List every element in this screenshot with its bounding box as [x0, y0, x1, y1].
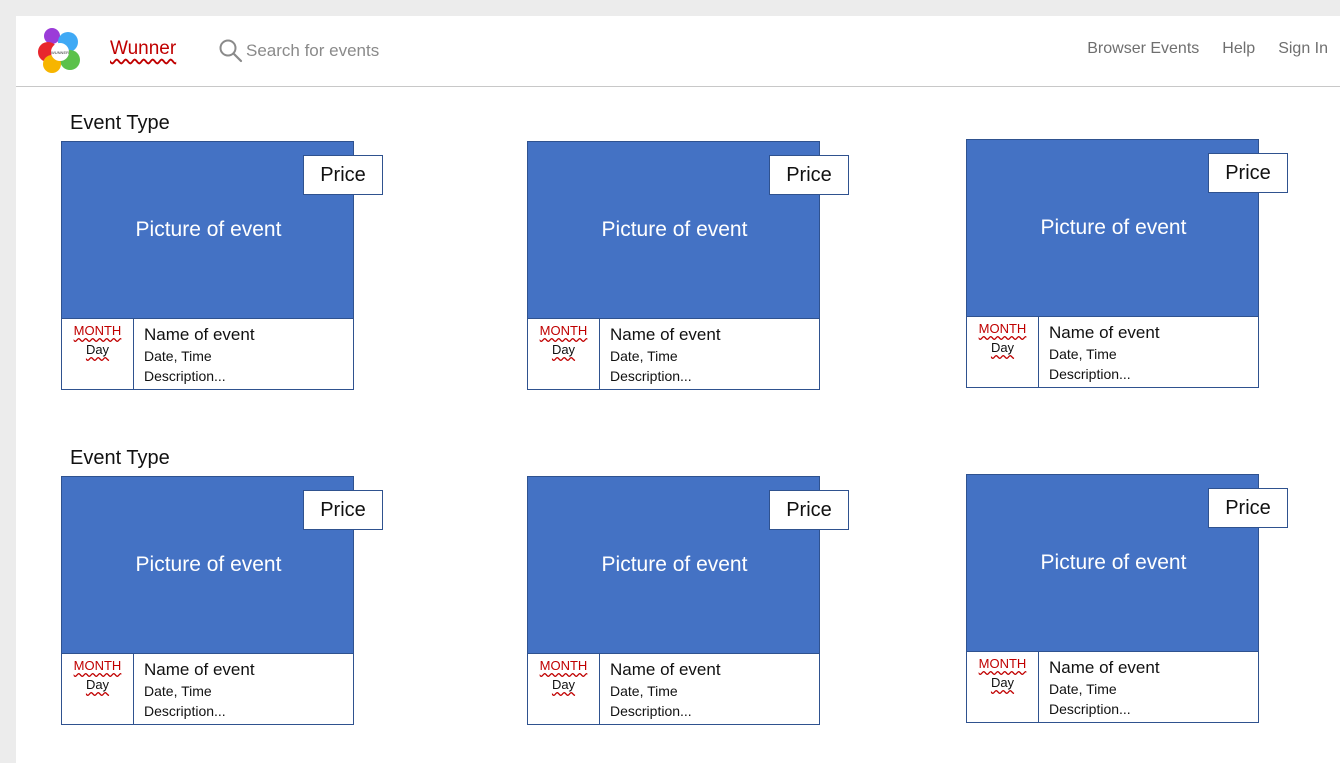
- event-name[interactable]: Name of event: [1049, 658, 1160, 678]
- event-name[interactable]: Name of event: [144, 660, 255, 680]
- event-name[interactable]: Name of event: [1049, 323, 1160, 343]
- event-month: MONTH: [978, 656, 1027, 671]
- event-month: MONTH: [539, 658, 588, 673]
- event-datetime: Date, Time: [1049, 346, 1117, 362]
- price-tag[interactable]: Price: [1208, 153, 1288, 193]
- price-tag[interactable]: Price: [769, 490, 849, 530]
- event-description: Description...: [144, 703, 226, 719]
- event-month: MONTH: [73, 658, 122, 673]
- search-input[interactable]: [246, 36, 466, 66]
- wunner-logo[interactable]: WUNNER: [38, 26, 82, 74]
- event-day: Day: [85, 677, 110, 692]
- event-card[interactable]: Picture of event Price MONTH Day Name of…: [61, 141, 383, 390]
- event-datetime: Date, Time: [1049, 681, 1117, 697]
- event-picture-label: Picture of event: [135, 553, 282, 576]
- page: WUNNER Wunner Browser Events Help Sign I…: [16, 16, 1340, 763]
- date-badge: MONTH Day: [528, 319, 600, 389]
- section-title-event-type: Event Type: [70, 112, 170, 134]
- date-badge: MONTH Day: [967, 652, 1039, 722]
- section-title-event-type: Event Type: [70, 447, 170, 469]
- event-datetime: Date, Time: [144, 348, 212, 364]
- search-icon[interactable]: [218, 38, 244, 64]
- event-day: Day: [551, 342, 576, 357]
- event-info: MONTH Day Name of event Date, Time Descr…: [966, 651, 1259, 723]
- event-picture-label: Picture of event: [601, 218, 748, 241]
- date-badge: MONTH Day: [528, 654, 600, 724]
- event-card[interactable]: Picture of event Price MONTH Day Name of…: [966, 139, 1288, 388]
- top-nav-bar: WUNNER Wunner Browser Events Help Sign I…: [16, 16, 1340, 87]
- event-info: MONTH Day Name of event Date, Time Descr…: [527, 653, 820, 725]
- price-tag[interactable]: Price: [769, 155, 849, 195]
- nav-browser-events[interactable]: Browser Events: [1087, 40, 1199, 58]
- search-box: [218, 36, 478, 66]
- event-picture-label: Picture of event: [1040, 216, 1187, 239]
- nav-help[interactable]: Help: [1222, 40, 1255, 58]
- nav-links: Browser Events Help Sign In: [1087, 40, 1328, 58]
- event-description: Description...: [610, 703, 692, 719]
- event-info: MONTH Day Name of event Date, Time Descr…: [527, 318, 820, 390]
- event-month: MONTH: [539, 323, 588, 338]
- event-datetime: Date, Time: [610, 348, 678, 364]
- event-month: MONTH: [978, 321, 1027, 336]
- event-card[interactable]: Picture of event Price MONTH Day Name of…: [966, 474, 1288, 723]
- event-card[interactable]: Picture of event Price MONTH Day Name of…: [61, 476, 383, 725]
- price-tag[interactable]: Price: [303, 490, 383, 530]
- price-tag[interactable]: Price: [1208, 488, 1288, 528]
- price-tag[interactable]: Price: [303, 155, 383, 195]
- svg-text:WUNNER: WUNNER: [51, 50, 69, 55]
- event-description: Description...: [610, 368, 692, 384]
- event-description: Description...: [144, 368, 226, 384]
- date-badge: MONTH Day: [62, 319, 134, 389]
- event-picture-label: Picture of event: [601, 553, 748, 576]
- date-badge: MONTH Day: [967, 317, 1039, 387]
- event-day: Day: [85, 342, 110, 357]
- event-card[interactable]: Picture of event Price MONTH Day Name of…: [527, 476, 849, 725]
- event-info: MONTH Day Name of event Date, Time Descr…: [61, 653, 354, 725]
- event-day: Day: [551, 677, 576, 692]
- event-info: MONTH Day Name of event Date, Time Descr…: [966, 316, 1259, 388]
- nav-sign-in[interactable]: Sign In: [1278, 40, 1328, 58]
- event-name[interactable]: Name of event: [610, 660, 721, 680]
- event-day: Day: [990, 340, 1015, 355]
- event-month: MONTH: [73, 323, 122, 338]
- event-name[interactable]: Name of event: [144, 325, 255, 345]
- event-description: Description...: [1049, 366, 1131, 382]
- event-card[interactable]: Picture of event Price MONTH Day Name of…: [527, 141, 849, 390]
- event-info: MONTH Day Name of event Date, Time Descr…: [61, 318, 354, 390]
- event-name[interactable]: Name of event: [610, 325, 721, 345]
- event-description: Description...: [1049, 701, 1131, 717]
- event-datetime: Date, Time: [144, 683, 212, 699]
- event-datetime: Date, Time: [610, 683, 678, 699]
- event-picture-label: Picture of event: [135, 218, 282, 241]
- brand-link[interactable]: Wunner: [110, 38, 176, 60]
- event-day: Day: [990, 675, 1015, 690]
- date-badge: MONTH Day: [62, 654, 134, 724]
- event-picture-label: Picture of event: [1040, 551, 1187, 574]
